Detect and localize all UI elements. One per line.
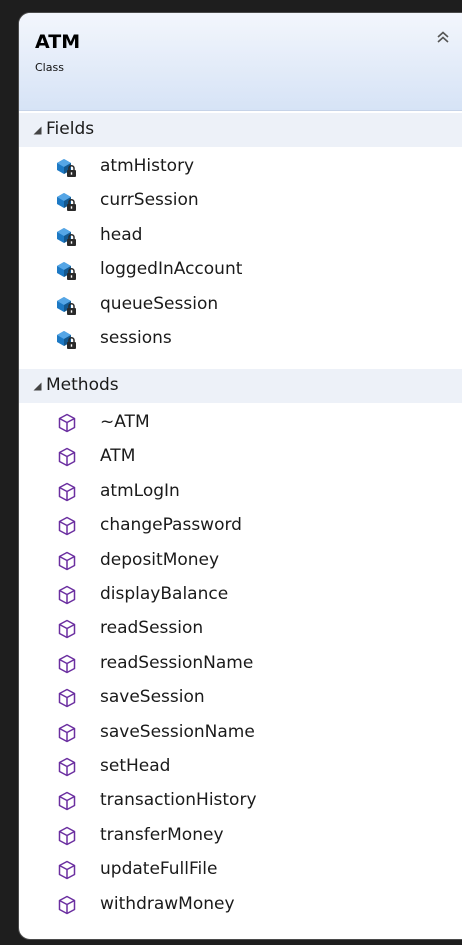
method-row[interactable]: displayBalance bbox=[19, 578, 462, 612]
field-row[interactable]: head bbox=[19, 219, 462, 253]
method-cube-icon bbox=[55, 445, 79, 469]
class-header: ATM Class bbox=[19, 13, 462, 111]
fields-section-header[interactable]: Fields bbox=[19, 113, 462, 147]
private-field-icon bbox=[55, 258, 79, 282]
class-diagram-box: ATM Class Fields atmHistory currSession he… bbox=[18, 12, 462, 940]
collapse-triangle-icon bbox=[33, 382, 42, 391]
method-row[interactable]: depositMoney bbox=[19, 544, 462, 578]
method-row[interactable]: transferMoney bbox=[19, 819, 462, 853]
field-row[interactable]: currSession bbox=[19, 184, 462, 218]
method-cube-icon bbox=[55, 549, 79, 573]
method-name: transferMoney bbox=[100, 824, 224, 845]
method-cube-icon bbox=[55, 480, 79, 504]
collapse-triangle-icon bbox=[33, 126, 42, 135]
method-row[interactable]: readSession bbox=[19, 612, 462, 646]
method-name: displayBalance bbox=[100, 584, 229, 604]
double-chevron-up-icon[interactable] bbox=[434, 29, 452, 47]
field-name: queueSession bbox=[100, 293, 219, 314]
method-name: readSessionName bbox=[100, 652, 254, 673]
method-name: depositMoney bbox=[100, 549, 220, 570]
method-name: saveSessionName bbox=[100, 721, 255, 742]
method-name: setHead bbox=[100, 756, 171, 776]
method-row[interactable]: ATM bbox=[19, 440, 462, 474]
field-row[interactable]: loggedInAccount bbox=[19, 253, 462, 287]
method-cube-icon bbox=[55, 893, 79, 917]
method-cube-icon bbox=[55, 617, 79, 641]
field-row[interactable]: queueSession bbox=[19, 288, 462, 322]
method-name: changePassword bbox=[100, 515, 242, 536]
method-row[interactable]: ~ATM bbox=[19, 406, 462, 440]
field-name: sessions bbox=[100, 328, 172, 348]
method-name: readSession bbox=[100, 618, 204, 639]
method-cube-icon bbox=[55, 789, 79, 813]
method-name: ATM bbox=[100, 446, 136, 467]
field-name: currSession bbox=[100, 190, 199, 211]
method-name: withdrawMoney bbox=[100, 893, 235, 914]
private-field-icon bbox=[55, 189, 79, 213]
private-field-icon bbox=[55, 224, 79, 248]
field-name: atmHistory bbox=[100, 156, 195, 176]
method-row[interactable]: setHead bbox=[19, 750, 462, 784]
private-field-icon bbox=[55, 293, 79, 317]
field-row[interactable]: atmHistory bbox=[19, 150, 462, 184]
method-cube-icon bbox=[55, 721, 79, 745]
method-row[interactable]: saveSession bbox=[19, 681, 462, 715]
methods-section-header[interactable]: Methods bbox=[19, 369, 462, 403]
class-stereotype: Class bbox=[35, 61, 64, 74]
method-row[interactable]: updateFullFile bbox=[19, 853, 462, 887]
method-name: saveSession bbox=[100, 687, 205, 708]
method-row[interactable]: saveSessionName bbox=[19, 716, 462, 750]
class-title: ATM bbox=[35, 31, 81, 53]
method-name: transactionHistory bbox=[100, 790, 257, 811]
private-field-icon bbox=[55, 155, 79, 179]
method-cube-icon bbox=[55, 755, 79, 779]
method-row[interactable]: transactionHistory bbox=[19, 784, 462, 818]
method-row[interactable]: readSessionName bbox=[19, 647, 462, 681]
methods-section-label: Methods bbox=[46, 375, 119, 395]
method-cube-icon bbox=[55, 858, 79, 882]
field-name: loggedInAccount bbox=[100, 259, 243, 280]
method-row[interactable]: atmLogIn bbox=[19, 475, 462, 509]
fields-section-label: Fields bbox=[46, 119, 95, 139]
method-cube-icon bbox=[55, 411, 79, 435]
private-field-icon bbox=[55, 327, 79, 351]
method-row[interactable]: withdrawMoney bbox=[19, 888, 462, 922]
method-name: updateFullFile bbox=[100, 859, 218, 880]
field-row[interactable]: sessions bbox=[19, 322, 462, 356]
method-name: atmLogIn bbox=[100, 480, 180, 501]
method-cube-icon bbox=[55, 514, 79, 538]
method-cube-icon bbox=[55, 583, 79, 607]
field-name: head bbox=[100, 224, 143, 245]
method-cube-icon bbox=[55, 824, 79, 848]
method-name: ~ATM bbox=[100, 412, 150, 432]
method-cube-icon bbox=[55, 686, 79, 710]
method-row[interactable]: changePassword bbox=[19, 509, 462, 543]
method-cube-icon bbox=[55, 652, 79, 676]
